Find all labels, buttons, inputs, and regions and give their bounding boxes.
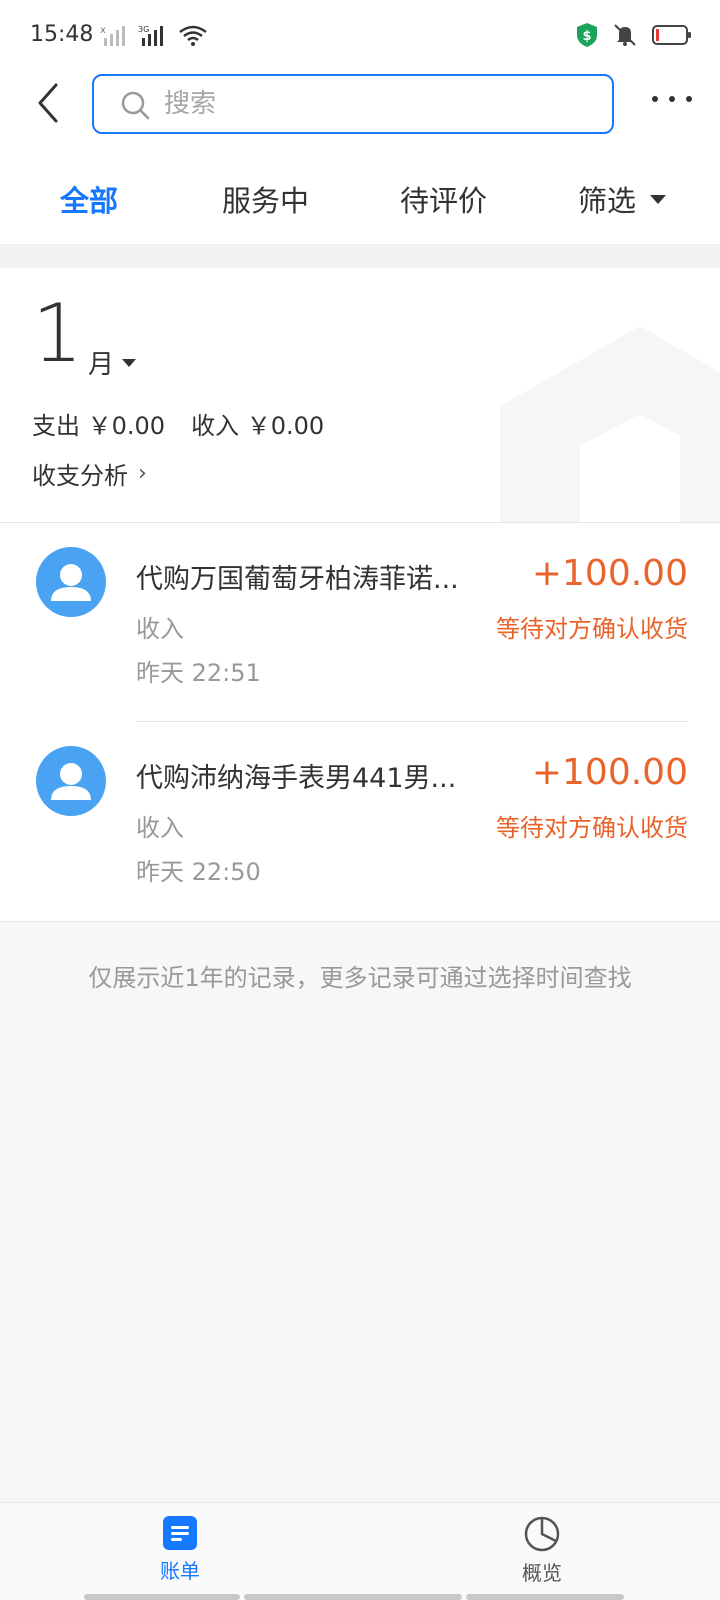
signal-3g-icon: 3G (138, 25, 163, 46)
gesture-bar (466, 1594, 624, 1600)
month-unit-label: 月 (88, 350, 115, 380)
tab-all[interactable]: 全部 (60, 178, 118, 220)
search-icon (121, 91, 150, 120)
transaction-type: 收入 (136, 615, 184, 643)
security-shield-icon: $ (577, 23, 597, 47)
transaction-amount: +100.00 (531, 752, 688, 793)
search-box[interactable] (92, 74, 614, 134)
transaction-time: 昨天 22:51 (136, 659, 261, 687)
user-avatar-icon (51, 564, 91, 601)
more-dot-icon (669, 96, 675, 102)
header (0, 70, 720, 160)
more-options-button[interactable] (652, 84, 692, 114)
back-arrow-icon (38, 83, 58, 123)
gesture-bar (244, 1594, 462, 1600)
transaction-status: 等待对方确认收货 (496, 615, 688, 643)
analysis-label: 收支分析 (32, 462, 128, 490)
caret-down-icon (122, 358, 137, 367)
transaction-type: 收入 (136, 814, 184, 842)
month-number[interactable]: 1 (32, 294, 83, 374)
income-summary: 收入 ￥0.00 (191, 406, 324, 441)
nav-label-overview: 概览 (522, 1561, 562, 1585)
records-range-note: 仅展示近1年的记录，更多记录可通过选择时间查找 (88, 964, 632, 992)
transaction-title: 代购沛纳海手表男441男... (136, 763, 457, 794)
svg-text:3G: 3G (138, 25, 149, 34)
caret-down-icon (650, 194, 667, 204)
tab-to-review[interactable]: 待评价 (400, 178, 487, 220)
bill-icon (163, 1516, 197, 1550)
chevron-right-icon: › (138, 461, 147, 486)
summary-amounts: 支出 ￥0.00 收入 ￥0.00 (32, 406, 324, 441)
mute-bell-icon (614, 24, 636, 46)
status-time: 15:48 (30, 22, 94, 47)
wifi-icon (179, 25, 207, 46)
screen: 15:48 x 3G $ 搜索 全部 服务中 待评价 筛选 1 月 支出 ￥0.… (0, 0, 720, 1600)
transaction-status: 等待对方确认收货 (496, 814, 688, 842)
tab-in-service[interactable]: 服务中 (222, 178, 309, 220)
transaction-item[interactable]: 代购万国葡萄牙柏涛菲诺... +100.00 收入 等待对方确认收货 昨天 22… (0, 523, 720, 722)
search-input[interactable] (164, 76, 594, 132)
nav-item-overview[interactable]: 概览 (482, 1515, 602, 1586)
more-dot-icon (686, 96, 692, 102)
status-right-icons: $ (576, 22, 692, 48)
income-label: 收入 (191, 412, 240, 440)
expense-label: 支出 (32, 412, 80, 440)
expense-value: ￥0.00 (87, 412, 166, 440)
tab-filter[interactable]: 筛选 (578, 178, 667, 220)
user-avatar-icon (51, 763, 91, 800)
avatar (36, 547, 106, 617)
nav-label-bill: 账单 (160, 1559, 200, 1583)
status-left-icons: x 3G (100, 24, 208, 46)
income-expense-analysis-link[interactable]: 收支分析 › (32, 456, 147, 491)
month-summary: 1 月 支出 ￥0.00 收入 ￥0.00 收支分析 › (0, 268, 720, 522)
battery-low-icon (652, 25, 691, 45)
tab-filter-label: 筛选 (578, 184, 637, 218)
svg-text:x: x (100, 25, 106, 36)
month-selector[interactable]: 月 (88, 344, 137, 381)
expense-summary: 支出 ￥0.00 (32, 406, 165, 441)
transaction-list: 代购万国葡萄牙柏涛菲诺... +100.00 收入 等待对方确认收货 昨天 22… (0, 522, 720, 922)
gesture-bar (84, 1594, 240, 1600)
background-decoration-icon (500, 326, 720, 522)
signal-no-sim-icon: x (100, 25, 125, 46)
tab-bar: 全部 服务中 待评价 筛选 (0, 160, 720, 244)
more-dot-icon (652, 96, 658, 102)
bottom-nav: 账单 概览 (0, 1502, 720, 1600)
back-button[interactable] (28, 78, 68, 128)
income-value: ￥0.00 (246, 412, 325, 440)
pie-chart-icon (524, 1516, 560, 1552)
transaction-amount: +100.00 (531, 553, 688, 594)
status-bar: 15:48 x 3G $ (0, 0, 720, 70)
transaction-item[interactable]: 代购沛纳海手表男441男... +100.00 收入 等待对方确认收货 昨天 2… (0, 722, 720, 921)
section-gap (0, 244, 720, 268)
transaction-title: 代购万国葡萄牙柏涛菲诺... (136, 564, 459, 595)
svg-text:$: $ (583, 29, 592, 44)
transaction-time: 昨天 22:50 (136, 858, 261, 886)
avatar (36, 746, 106, 816)
nav-item-bill[interactable]: 账单 (120, 1515, 240, 1584)
